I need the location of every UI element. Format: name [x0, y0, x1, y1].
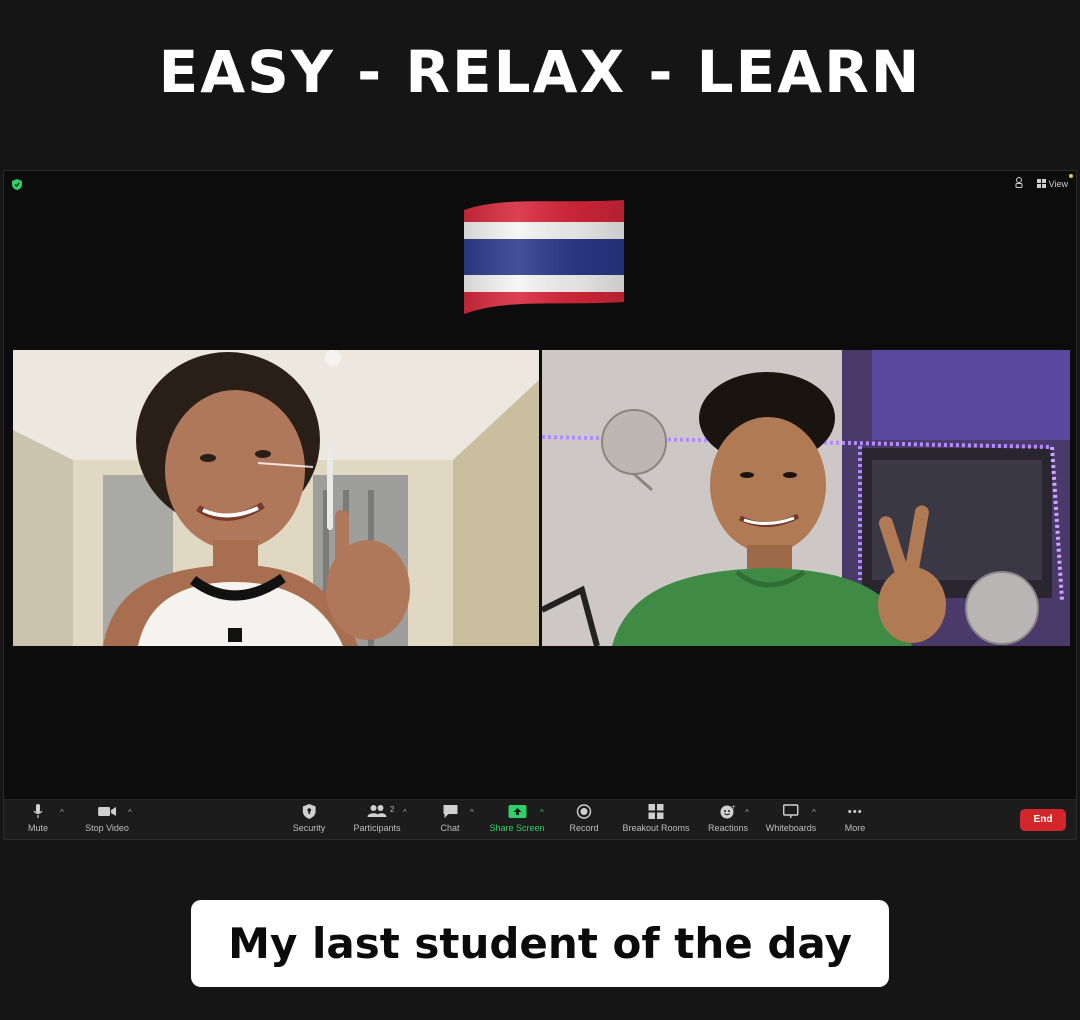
whiteboards-label: Whiteboards — [765, 823, 817, 833]
participants-icon — [367, 805, 386, 817]
grid-view-icon — [1036, 179, 1046, 188]
whiteboards-button[interactable]: Whiteboards — [765, 804, 817, 833]
microphone-icon — [33, 804, 43, 818]
breakout-rooms-icon — [648, 804, 664, 819]
reactions-options-caret-icon[interactable]: ^ — [745, 808, 749, 817]
participants-label: Participants — [353, 823, 401, 833]
view-label: View — [1048, 178, 1068, 189]
record-icon — [576, 804, 592, 819]
record-label: Record — [569, 823, 599, 833]
security-label: Security — [292, 823, 326, 833]
caption-text: My last student of the day — [191, 900, 889, 987]
chat-button[interactable]: Chat — [440, 804, 460, 833]
video-feed-man-icon — [542, 350, 1070, 646]
mute-button[interactable]: Mute — [28, 804, 48, 833]
video-options-caret-icon[interactable]: ^ — [128, 808, 132, 817]
video-camera-icon — [98, 807, 116, 816]
whiteboard-icon — [783, 804, 799, 818]
whiteboards-options-caret-icon[interactable]: ^ — [812, 808, 816, 817]
meeting-toolbar: Mute ^ Stop Video ^ Security Participant… — [4, 799, 1076, 839]
breakout-rooms-label: Breakout Rooms — [622, 823, 690, 833]
thailand-flag-icon — [464, 200, 624, 314]
stop-video-button[interactable]: Stop Video — [85, 804, 129, 833]
security-shield-icon — [302, 804, 316, 819]
headline-title: EASY - RELAX - LEARN — [158, 38, 922, 106]
mute-options-caret-icon[interactable]: ^ — [60, 808, 64, 817]
record-button[interactable]: Record — [569, 804, 599, 833]
svg-text:+: + — [731, 804, 736, 811]
more-label: More — [844, 823, 866, 833]
end-meeting-button[interactable]: End — [1020, 809, 1066, 831]
reactions-emoji-icon: + — [720, 804, 736, 819]
participants-options-caret-icon[interactable]: ^ — [403, 808, 407, 817]
encryption-shield-icon[interactable] — [12, 179, 22, 190]
share-screen-icon — [507, 805, 526, 818]
notification-dot — [1069, 174, 1073, 178]
chat-label: Chat — [440, 823, 460, 833]
video-feed-woman-icon — [13, 350, 539, 646]
stop-video-label: Stop Video — [85, 823, 129, 833]
more-button[interactable]: More — [844, 804, 866, 833]
share-options-caret-icon[interactable]: ^ — [540, 808, 544, 817]
chat-options-caret-icon[interactable]: ^ — [470, 808, 474, 817]
breakout-rooms-button[interactable]: Breakout Rooms — [622, 804, 690, 833]
participant-video-tile-2[interactable] — [542, 350, 1070, 646]
share-screen-button[interactable]: Share Screen — [489, 804, 545, 833]
share-screen-label: Share Screen — [489, 823, 545, 833]
mute-label: Mute — [27, 823, 49, 833]
speaker-view-icon[interactable] — [1015, 177, 1023, 190]
more-dots-icon — [848, 810, 862, 813]
chat-bubble-icon — [442, 805, 457, 818]
participants-count: 2 — [390, 805, 395, 814]
participant-video-tile-1[interactable] — [13, 350, 539, 646]
view-button[interactable]: View — [1036, 178, 1068, 189]
reactions-button[interactable]: + Reactions — [708, 804, 748, 833]
security-button[interactable]: Security — [292, 804, 326, 833]
zoom-meeting-window: View Mute ^ Stop Video ^ Security Partic… — [3, 170, 1077, 840]
reactions-label: Reactions — [707, 823, 749, 833]
